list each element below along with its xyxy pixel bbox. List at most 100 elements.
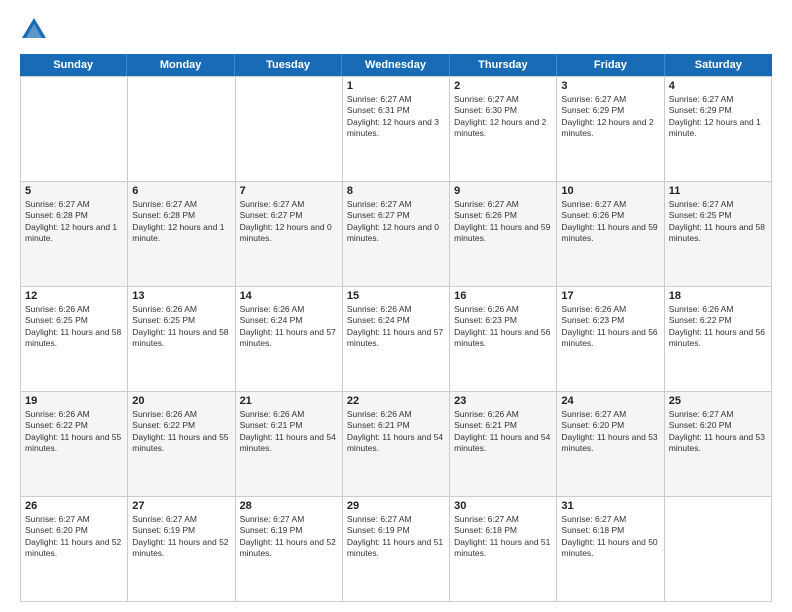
weekday-header-thursday: Thursday <box>450 54 557 76</box>
day-cell-25: 25 Sunrise: 6:27 AM Sunset: 6:20 PM Dayli… <box>665 392 772 497</box>
day-number: 24 <box>561 395 659 407</box>
day-cell-24: 24 Sunrise: 6:27 AM Sunset: 6:20 PM Dayli… <box>557 392 664 497</box>
day-cell-15: 15 Sunrise: 6:26 AM Sunset: 6:24 PM Dayli… <box>343 287 450 392</box>
day-cell-11: 11Sunrise: 6:27 AM Sunset: 6:25 PM Dayli… <box>665 182 772 287</box>
day-info: Sunrise: 6:26 AM Sunset: 6:25 PM Dayligh… <box>132 304 230 350</box>
logo <box>20 16 52 44</box>
day-info: Sunrise: 6:27 AM Sunset: 6:30 PM Dayligh… <box>454 94 552 140</box>
day-cell-3: 3Sunrise: 6:27 AM Sunset: 6:29 PM Daylig… <box>557 77 664 182</box>
header <box>20 16 772 44</box>
day-number: 21 <box>240 395 338 407</box>
day-cell-16: 16 Sunrise: 6:26 AM Sunset: 6:23 PM Dayli… <box>450 287 557 392</box>
day-number: 23 <box>454 395 552 407</box>
day-cell-18: 18Sunrise: 6:26 AM Sunset: 6:22 PM Dayli… <box>665 287 772 392</box>
day-number: 5 <box>25 185 123 197</box>
calendar-body: 1 Sunrise: 6:27 AM Sunset: 6:31 PM Daylig… <box>20 76 772 602</box>
day-cell-29: 29 Sunrise: 6:27 AM Sunset: 6:19 PM Dayli… <box>343 497 450 602</box>
day-info: Sunrise: 6:27 AM Sunset: 6:27 PM Dayligh… <box>240 199 338 245</box>
day-info: Sunrise: 6:27 AM Sunset: 6:20 PM Dayligh… <box>669 409 767 455</box>
day-number: 6 <box>132 185 230 197</box>
day-number: 7 <box>240 185 338 197</box>
day-cell-27: 27 Sunrise: 6:27 AM Sunset: 6:19 PM Dayli… <box>128 497 235 602</box>
calendar-header: SundayMondayTuesdayWednesdayThursdayFrid… <box>20 54 772 76</box>
day-number: 25 <box>669 395 767 407</box>
day-info: Sunrise: 6:27 AM Sunset: 6:18 PM Dayligh… <box>454 514 552 560</box>
day-cell-9: 9 Sunrise: 6:27 AM Sunset: 6:26 PM Daylig… <box>450 182 557 287</box>
day-info: Sunrise: 6:27 AM Sunset: 6:31 PM Dayligh… <box>347 94 445 140</box>
day-number: 30 <box>454 500 552 512</box>
day-cell-23: 23 Sunrise: 6:26 AM Sunset: 6:21 PM Dayli… <box>450 392 557 497</box>
empty-cell <box>128 77 235 182</box>
day-cell-26: 26 Sunrise: 6:27 AM Sunset: 6:20 PM Dayli… <box>21 497 128 602</box>
weekday-header-saturday: Saturday <box>665 54 772 76</box>
day-info: Sunrise: 6:27 AM Sunset: 6:20 PM Dayligh… <box>25 514 123 560</box>
day-number: 2 <box>454 80 552 92</box>
day-number: 10 <box>561 185 659 197</box>
day-number: 31 <box>561 500 659 512</box>
day-cell-12: 12 Sunrise: 6:26 AM Sunset: 6:25 PM Dayli… <box>21 287 128 392</box>
weekday-header-sunday: Sunday <box>20 54 127 76</box>
day-number: 19 <box>25 395 123 407</box>
day-info: Sunrise: 6:27 AM Sunset: 6:19 PM Dayligh… <box>240 514 338 560</box>
day-number: 27 <box>132 500 230 512</box>
page: SundayMondayTuesdayWednesdayThursdayFrid… <box>0 0 792 612</box>
weekday-header-tuesday: Tuesday <box>235 54 342 76</box>
day-cell-10: 10 Sunrise: 6:27 AM Sunset: 6:26 PM Dayli… <box>557 182 664 287</box>
empty-cell <box>236 77 343 182</box>
day-number: 16 <box>454 290 552 302</box>
day-cell-4: 4 Sunrise: 6:27 AM Sunset: 6:29 PM Daylig… <box>665 77 772 182</box>
weekday-header-wednesday: Wednesday <box>342 54 449 76</box>
day-info: Sunrise: 6:26 AM Sunset: 6:23 PM Dayligh… <box>561 304 659 350</box>
day-cell-19: 19 Sunrise: 6:26 AM Sunset: 6:22 PM Dayli… <box>21 392 128 497</box>
day-number: 20 <box>132 395 230 407</box>
day-info: Sunrise: 6:26 AM Sunset: 6:21 PM Dayligh… <box>454 409 552 455</box>
day-cell-14: 14 Sunrise: 6:26 AM Sunset: 6:24 PM Dayli… <box>236 287 343 392</box>
day-number: 1 <box>347 80 445 92</box>
day-cell-31: 31 Sunrise: 6:27 AM Sunset: 6:18 PM Dayli… <box>557 497 664 602</box>
day-cell-20: 20 Sunrise: 6:26 AM Sunset: 6:22 PM Dayli… <box>128 392 235 497</box>
day-number: 29 <box>347 500 445 512</box>
empty-cell <box>21 77 128 182</box>
day-number: 26 <box>25 500 123 512</box>
day-cell-28: 28 Sunrise: 6:27 AM Sunset: 6:19 PM Dayli… <box>236 497 343 602</box>
day-cell-8: 8 Sunrise: 6:27 AM Sunset: 6:27 PM Daylig… <box>343 182 450 287</box>
day-info: Sunrise: 6:26 AM Sunset: 6:21 PM Dayligh… <box>240 409 338 455</box>
empty-cell <box>665 497 772 602</box>
day-info: Sunrise: 6:26 AM Sunset: 6:21 PM Dayligh… <box>347 409 445 455</box>
day-info: Sunrise: 6:26 AM Sunset: 6:22 PM Dayligh… <box>132 409 230 455</box>
day-number: 28 <box>240 500 338 512</box>
day-info: Sunrise: 6:27 AM Sunset: 6:19 PM Dayligh… <box>132 514 230 560</box>
day-info: Sunrise: 6:26 AM Sunset: 6:23 PM Dayligh… <box>454 304 552 350</box>
day-number: 12 <box>25 290 123 302</box>
day-cell-17: 17Sunrise: 6:26 AM Sunset: 6:23 PM Dayli… <box>557 287 664 392</box>
day-cell-7: 7 Sunrise: 6:27 AM Sunset: 6:27 PM Daylig… <box>236 182 343 287</box>
day-info: Sunrise: 6:27 AM Sunset: 6:27 PM Dayligh… <box>347 199 445 245</box>
day-info: Sunrise: 6:26 AM Sunset: 6:24 PM Dayligh… <box>240 304 338 350</box>
day-number: 15 <box>347 290 445 302</box>
day-cell-13: 13 Sunrise: 6:26 AM Sunset: 6:25 PM Dayli… <box>128 287 235 392</box>
day-number: 13 <box>132 290 230 302</box>
day-cell-21: 21 Sunrise: 6:26 AM Sunset: 6:21 PM Dayli… <box>236 392 343 497</box>
day-info: Sunrise: 6:27 AM Sunset: 6:18 PM Dayligh… <box>561 514 659 560</box>
day-info: Sunrise: 6:27 AM Sunset: 6:26 PM Dayligh… <box>454 199 552 245</box>
day-number: 18 <box>669 290 767 302</box>
day-cell-6: 6Sunrise: 6:27 AM Sunset: 6:28 PM Daylig… <box>128 182 235 287</box>
day-info: Sunrise: 6:26 AM Sunset: 6:24 PM Dayligh… <box>347 304 445 350</box>
day-info: Sunrise: 6:27 AM Sunset: 6:29 PM Dayligh… <box>561 94 659 140</box>
day-number: 4 <box>669 80 767 92</box>
day-cell-22: 22Sunrise: 6:26 AM Sunset: 6:21 PM Dayli… <box>343 392 450 497</box>
day-cell-5: 5 Sunrise: 6:27 AM Sunset: 6:28 PM Daylig… <box>21 182 128 287</box>
day-info: Sunrise: 6:27 AM Sunset: 6:29 PM Dayligh… <box>669 94 767 140</box>
day-number: 9 <box>454 185 552 197</box>
day-info: Sunrise: 6:27 AM Sunset: 6:19 PM Dayligh… <box>347 514 445 560</box>
day-info: Sunrise: 6:27 AM Sunset: 6:20 PM Dayligh… <box>561 409 659 455</box>
weekday-header-monday: Monday <box>127 54 234 76</box>
day-number: 8 <box>347 185 445 197</box>
day-info: Sunrise: 6:26 AM Sunset: 6:22 PM Dayligh… <box>25 409 123 455</box>
day-number: 11 <box>669 185 767 197</box>
day-info: Sunrise: 6:26 AM Sunset: 6:25 PM Dayligh… <box>25 304 123 350</box>
day-info: Sunrise: 6:27 AM Sunset: 6:28 PM Dayligh… <box>25 199 123 245</box>
day-cell-30: 30 Sunrise: 6:27 AM Sunset: 6:18 PM Dayli… <box>450 497 557 602</box>
day-info: Sunrise: 6:27 AM Sunset: 6:26 PM Dayligh… <box>561 199 659 245</box>
day-number: 14 <box>240 290 338 302</box>
